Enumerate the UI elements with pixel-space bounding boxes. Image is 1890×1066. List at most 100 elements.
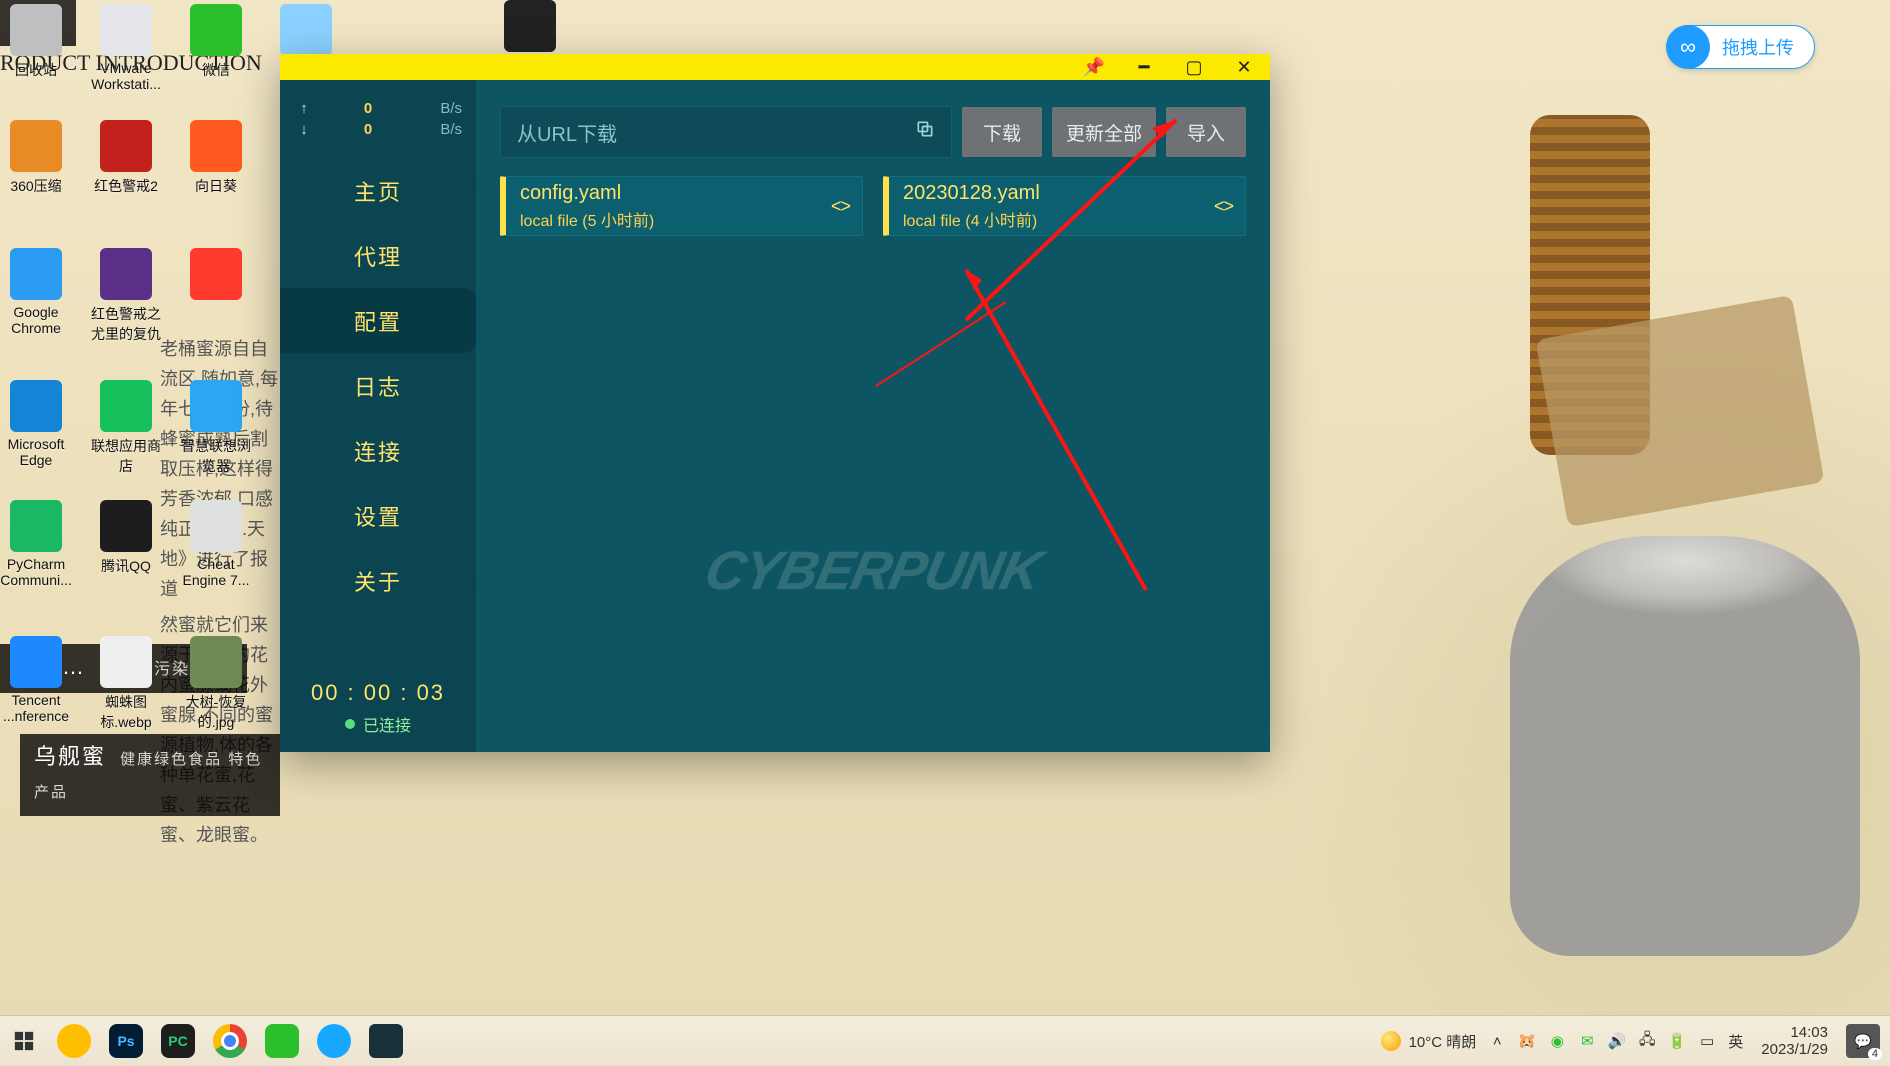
desktop-icon-label: VMware Workstati... xyxy=(86,60,166,92)
elapsed-time: 00 : 00 : 03 xyxy=(280,662,476,712)
tray-app-icon-1[interactable]: 🐹 xyxy=(1518,1032,1536,1050)
desktop-icon-r0-c1[interactable]: VMware Workstati... xyxy=(86,4,166,92)
desktop-icon-label: 腾讯QQ xyxy=(86,556,166,576)
cloud-upload-label: 拖拽上传 xyxy=(1710,34,1814,60)
desktop-icon-r4-c2[interactable]: Cheat Engine 7... xyxy=(176,500,256,588)
desktop-icon-label: 360压缩 xyxy=(0,176,76,196)
desktop-icon-r4-c1[interactable]: 腾讯QQ xyxy=(86,500,166,576)
taskbar-pin-1[interactable] xyxy=(50,1020,98,1062)
tray-clock[interactable]: 14:03 2023/1/29 xyxy=(1761,1024,1828,1058)
url-placeholder: 从URL下载 xyxy=(517,118,617,147)
desktop-icon-r3-c1[interactable]: 联想应用商店 xyxy=(86,380,166,476)
download-unit: B/s xyxy=(422,121,462,138)
desktop-icon-label: 红色警戒2 xyxy=(86,176,166,196)
taskbar-pin-wechat[interactable] xyxy=(258,1020,306,1062)
system-tray[interactable]: 10°C 晴朗 ˄ 🐹 ◉ ✉ 🔊 🖧 🔋 ▭ 英 14:03 2023/1/2… xyxy=(1371,1024,1890,1058)
desktop-icon-r2-c2[interactable] xyxy=(176,248,256,304)
desktop-icon-label: 智慧联想浏览器 xyxy=(176,436,256,476)
taskbar-pin-baidu[interactable] xyxy=(310,1020,358,1062)
desktop-icon-label: Cheat Engine 7... xyxy=(176,556,256,588)
desktop-icon-r3-c0[interactable]: Microsoft Edge xyxy=(0,380,76,468)
sidebar-item-0[interactable]: 主页 xyxy=(280,158,476,223)
desktop-icon-label: 红色警戒之尤里的复仇 xyxy=(86,304,166,344)
download-button[interactable]: 下载 xyxy=(962,107,1042,157)
tray-wechat-icon[interactable]: ✉ xyxy=(1578,1032,1596,1050)
cloud-icon: ∞ xyxy=(1666,25,1710,69)
pin-button[interactable]: 📌 xyxy=(1080,54,1108,80)
download-arrow-icon: ↓ xyxy=(294,121,314,138)
start-button[interactable] xyxy=(0,1016,48,1066)
tray-screen-icon[interactable]: ▭ xyxy=(1698,1032,1716,1050)
tray-chevron-icon[interactable]: ˄ xyxy=(1488,1032,1506,1050)
taskbar-pin-clash[interactable] xyxy=(362,1020,410,1062)
desktop-icon-r5-c0[interactable]: Tencent ...nference xyxy=(0,636,76,724)
desktop-icon-r2-c1[interactable]: 红色警戒之尤里的复仇 xyxy=(86,248,166,344)
sidebar-item-4[interactable]: 连接 xyxy=(280,418,476,483)
profile-meta: local file (4 小时前) xyxy=(903,207,1040,231)
upload-arrow-icon: ↑ xyxy=(294,100,314,117)
import-button[interactable]: 导入 xyxy=(1166,107,1246,157)
weather-text: 10°C 晴朗 xyxy=(1409,1031,1477,1052)
weather-widget[interactable]: 10°C 晴朗 xyxy=(1381,1031,1477,1052)
minimize-button[interactable]: ━ xyxy=(1130,54,1158,80)
desktop-icon-r1-c2[interactable]: 向日葵 xyxy=(176,120,256,196)
weather-sun-icon xyxy=(1381,1031,1401,1051)
sidebar-item-2[interactable]: 配置 xyxy=(280,288,476,353)
clash-window: 📌 ━ ▢ ✕ ↑ 0 B/s ↓ 0 B/s 主页代理配置日志连接设置关于 0… xyxy=(280,54,1270,752)
sidebar-nav: 主页代理配置日志连接设置关于 xyxy=(280,158,476,613)
taskbar[interactable]: Ps PC 10°C 晴朗 ˄ 🐹 ◉ ✉ 🔊 🖧 🔋 ▭ 英 14:03 20… xyxy=(0,1015,1890,1066)
tray-app-icon-2[interactable]: ◉ xyxy=(1548,1032,1566,1050)
desktop-icon-r5-c1[interactable]: 蜘蛛图标.webp xyxy=(86,636,166,732)
window-titlebar[interactable]: 📌 ━ ▢ ✕ xyxy=(280,54,1270,80)
close-button[interactable]: ✕ xyxy=(1230,54,1258,80)
copy-icon[interactable] xyxy=(915,119,935,145)
tray-date: 2023/1/29 xyxy=(1761,1041,1828,1058)
desktop-icon-label: Google Chrome xyxy=(0,304,76,336)
desktop-icon-label: 联想应用商店 xyxy=(86,436,166,476)
desktop-icon-label: 回收站 xyxy=(0,60,76,80)
tray-time: 14:03 xyxy=(1761,1024,1828,1041)
sidebar: ↑ 0 B/s ↓ 0 B/s 主页代理配置日志连接设置关于 00 : 00 :… xyxy=(280,80,476,752)
tray-battery-icon[interactable]: 🔋 xyxy=(1668,1032,1686,1050)
connection-status: 已连接 xyxy=(280,712,476,752)
maximize-button[interactable]: ▢ xyxy=(1180,54,1208,80)
code-icon[interactable]: < > xyxy=(831,196,848,217)
sidebar-item-5[interactable]: 设置 xyxy=(280,483,476,548)
tray-notifications[interactable]: 💬4 xyxy=(1846,1024,1880,1058)
brochure-banner-3: 乌舰蜜 健康绿色食品 特色产品 xyxy=(20,734,280,816)
sidebar-item-6[interactable]: 关于 xyxy=(280,548,476,613)
sidebar-item-3[interactable]: 日志 xyxy=(280,353,476,418)
cloud-upload-pill[interactable]: ∞ 拖拽上传 xyxy=(1667,25,1815,69)
url-input[interactable]: 从URL下载 xyxy=(500,106,952,158)
desktop-icon-r0-c2[interactable]: 微信 xyxy=(176,4,256,80)
profile-card-0[interactable]: config.yamllocal file (5 小时前)< > xyxy=(500,176,863,236)
desktop-icon-label: Tencent ...nference xyxy=(0,692,76,724)
desktop-icon-r5-c2[interactable]: 大树-恢复的.jpg xyxy=(176,636,256,732)
sidebar-item-1[interactable]: 代理 xyxy=(280,223,476,288)
desktop-icon-r2-c0[interactable]: Google Chrome xyxy=(0,248,76,336)
taskbar-pin-chrome[interactable] xyxy=(206,1020,254,1062)
update-all-button[interactable]: 更新全部 xyxy=(1052,107,1156,157)
desktop-icon-r1-c1[interactable]: 红色警戒2 xyxy=(86,120,166,196)
honey-jar-decoration xyxy=(1510,536,1860,956)
desktop-icon-r1-c0[interactable]: 360压缩 xyxy=(0,120,76,196)
taskbar-pin-pycharm[interactable]: PC xyxy=(154,1020,202,1062)
profile-card-1[interactable]: 20230128.yamllocal file (4 小时前)< > xyxy=(883,176,1246,236)
taskbar-pin-ps[interactable]: Ps xyxy=(102,1020,150,1062)
url-toolbar: 从URL下载 下载 更新全部 导入 xyxy=(500,106,1246,158)
tray-volume-icon[interactable]: 🔊 xyxy=(1608,1032,1626,1050)
tray-network-icon[interactable]: 🖧 xyxy=(1638,1032,1656,1050)
download-value: 0 xyxy=(324,121,412,138)
desktop-icon-r4-c0[interactable]: PyCharm Communi... xyxy=(0,500,76,588)
desktop-icon-label: 微信 xyxy=(176,60,256,80)
tray-ime[interactable]: 英 xyxy=(1728,1031,1743,1052)
speed-stats: ↑ 0 B/s ↓ 0 B/s xyxy=(280,80,476,152)
status-dot-icon xyxy=(345,719,355,729)
shortcut-cat[interactable] xyxy=(490,0,570,56)
desktop-icon-r0-c0[interactable]: 回收站 xyxy=(0,4,76,80)
code-icon[interactable]: < > xyxy=(1214,196,1231,217)
desktop-icon-r3-c2[interactable]: 智慧联想浏览器 xyxy=(176,380,256,476)
desktop-icon-label: 蜘蛛图标.webp xyxy=(86,692,166,732)
profile-meta: local file (5 小时前) xyxy=(520,207,654,231)
desktop-icon-label: 大树-恢复的.jpg xyxy=(176,692,256,732)
